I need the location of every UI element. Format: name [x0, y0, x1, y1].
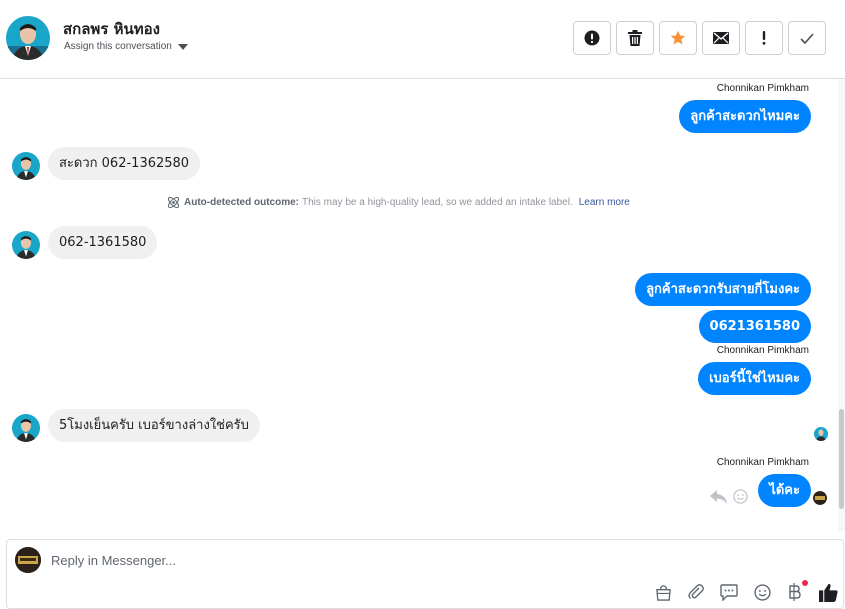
exclamation-circle-icon [584, 30, 600, 46]
reply-icon[interactable] [710, 489, 727, 504]
message-bubble-outgoing[interactable]: ลูกค้าสะดวกรับสายกี่โมงคะ [635, 273, 811, 306]
notice-title: Auto-detected outcome: [184, 197, 299, 208]
message-actions [710, 489, 748, 504]
reply-composer [6, 539, 844, 609]
sender-name: Chonnikan Pimkham [716, 345, 809, 356]
flag-button[interactable] [573, 21, 611, 55]
learn-more-link[interactable]: Learn more [579, 197, 630, 208]
envelope-icon [713, 32, 729, 44]
message-bubble-incoming[interactable]: 5โมงเย็นครับ เบอร์ขางล่างใช่ครับ [48, 409, 260, 442]
contact-avatar-small[interactable] [12, 231, 40, 259]
scrollbar-thumb[interactable] [839, 409, 844, 509]
paperclip-icon [688, 584, 704, 599]
chat-bubble-icon [720, 583, 738, 601]
message-bubble-outgoing[interactable]: ลูกค้าสะดวกไหมคะ [679, 100, 811, 133]
baht-icon [789, 583, 801, 601]
sender-name: Chonnikan Pimkham [716, 83, 809, 94]
delete-button[interactable] [616, 21, 654, 55]
auto-detected-outcome-notice: Auto-detected outcome: This may be a hig… [166, 195, 630, 210]
contact-name[interactable]: สกลพร หินทอง [63, 17, 160, 41]
star-button[interactable] [659, 21, 697, 55]
emoji-button[interactable] [752, 582, 772, 602]
sender-name: Chonnikan Pimkham [716, 457, 809, 468]
composer-tools [653, 580, 838, 602]
message-bubble-outgoing[interactable]: ได้คะ [758, 474, 811, 507]
done-button[interactable] [788, 21, 826, 55]
important-button[interactable] [745, 21, 783, 55]
trash-icon [628, 30, 642, 46]
saved-replies-button[interactable] [719, 582, 739, 602]
notification-dot [802, 580, 808, 586]
emoji-react-icon[interactable] [733, 489, 748, 504]
conversation-header: สกลพร หินทอง Assign this conversation [0, 0, 845, 79]
notice-text: This may be a high-quality lead, so we a… [302, 197, 573, 208]
star-icon [670, 30, 686, 45]
smiley-icon [753, 583, 771, 601]
contact-avatar[interactable] [6, 16, 50, 60]
chat-scrollbar[interactable] [838, 79, 845, 531]
atom-icon [167, 196, 180, 209]
message-thread[interactable]: Chonnikan Pimkham ลูกค้าสะดวกไหมคะ สะดวก… [0, 79, 845, 531]
message-bubble-incoming[interactable]: 062-1361580 [48, 226, 158, 259]
message-bubble-outgoing[interactable]: เบอร์นี้ใช่ไหมคะ [698, 362, 811, 395]
page-avatar [15, 547, 41, 573]
reply-input[interactable] [51, 550, 751, 570]
message-bubble-incoming[interactable]: สะดวก 062-1362580 [48, 147, 201, 180]
attach-button[interactable] [686, 582, 706, 602]
page-seen-avatar [813, 491, 827, 505]
contact-avatar-small[interactable] [12, 152, 40, 180]
check-icon [800, 32, 814, 44]
conversation-actions [573, 21, 826, 55]
shop-button[interactable] [653, 582, 673, 602]
caret-down-icon [177, 43, 188, 50]
seen-receipt-avatar [814, 427, 828, 441]
assign-conversation-dropdown[interactable]: Assign this conversation [64, 41, 188, 52]
contact-avatar-small[interactable] [12, 414, 40, 442]
mark-unread-button[interactable] [702, 21, 740, 55]
exclamation-icon [762, 31, 766, 45]
thumbs-up-icon [818, 583, 838, 602]
payment-button[interactable] [785, 580, 808, 602]
like-button[interactable] [818, 582, 838, 602]
message-bubble-outgoing[interactable]: 0621361580 [698, 310, 811, 343]
assign-label: Assign this conversation [64, 41, 172, 52]
shopping-bag-icon [655, 584, 671, 601]
